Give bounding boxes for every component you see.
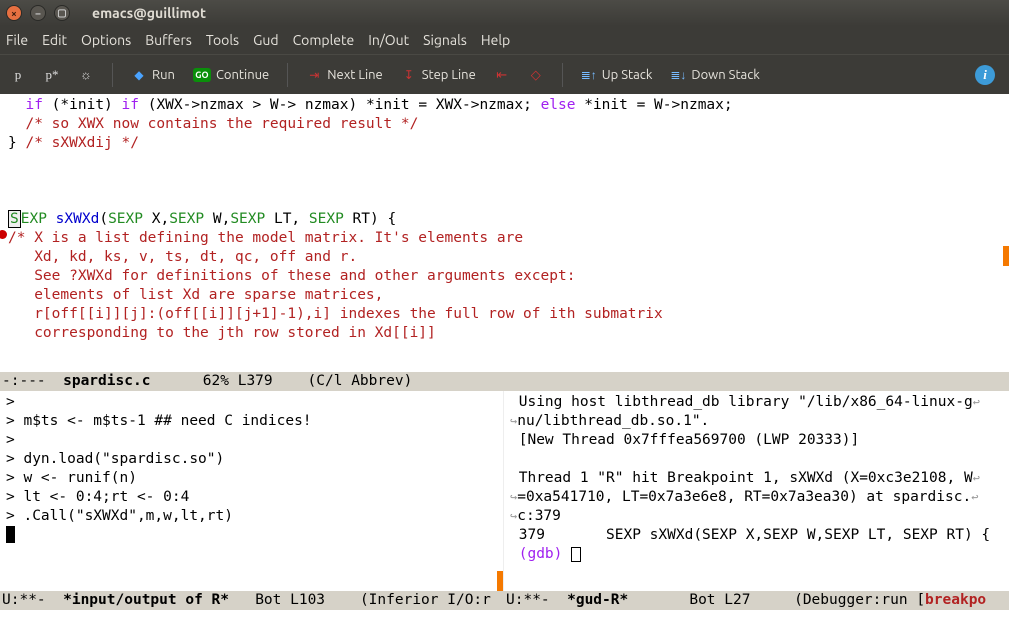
up-stack-icon: ≣↑ — [581, 67, 597, 83]
menu-file[interactable]: File — [6, 32, 28, 48]
up-stack-label: Up Stack — [602, 68, 653, 82]
modeline-source[interactable]: -:--- spardisc.c 62% L379 (C/l Abbrev) — [0, 372, 1009, 391]
menu-complete[interactable]: Complete — [293, 32, 355, 48]
menu-buffers[interactable]: Buffers — [145, 32, 192, 48]
gud-gdb-pane[interactable]: Using host libthread_db library "/lib/x8… — [504, 391, 1009, 591]
gdb-content[interactable]: Using host libthread_db library "/lib/x8… — [504, 391, 1009, 591]
close-window-button[interactable]: × — [6, 5, 22, 21]
minibuffer[interactable] — [0, 610, 1009, 621]
bp-icon[interactable]: p — [10, 67, 26, 83]
info-icon[interactable]: i — [975, 65, 995, 85]
maximize-window-button[interactable]: ▢ — [54, 5, 70, 21]
up-stack-button[interactable]: ≣↑ Up Stack — [581, 67, 653, 83]
bug-icon[interactable]: ☼ — [78, 67, 94, 83]
toolbar-separator — [562, 63, 563, 87]
menu-signals[interactable]: Signals — [423, 32, 467, 48]
modeline-r-io[interactable]: U:**- *input/output of R* Bot L103 (Infe… — [0, 591, 504, 610]
cursor-icon — [6, 526, 15, 543]
window-titlebar: × – ▢ emacs@guillimot — [0, 0, 1009, 26]
truncation-indicator — [1003, 246, 1009, 266]
down-stack-icon: ≣↓ — [670, 67, 686, 83]
watch-icon[interactable]: ◇ — [528, 67, 544, 83]
step-line-button[interactable]: ↧ Step Line — [401, 67, 476, 83]
next-line-label: Next Line — [327, 68, 382, 82]
run-label: Run — [152, 68, 175, 82]
next-line-button[interactable]: ⇥ Next Line — [306, 67, 382, 83]
bp-star-icon[interactable]: p* — [44, 67, 60, 83]
menu-bar: File Edit Options Buffers Tools Gud Comp… — [0, 26, 1009, 54]
next-line-icon: ⇥ — [306, 67, 322, 83]
toolbar-separator — [287, 63, 288, 87]
continue-label: Continue — [216, 68, 269, 82]
source-editor-pane[interactable]: if (*init) if (XWX->nzmax > W-> nzmax) *… — [0, 94, 1009, 372]
cursor-position: S — [8, 210, 21, 228]
minimize-window-button[interactable]: – — [30, 5, 46, 21]
finish-icon[interactable]: ⇤ — [494, 67, 510, 83]
menu-tools[interactable]: Tools — [206, 32, 239, 48]
menu-help[interactable]: Help — [481, 32, 510, 48]
r-io-pane[interactable]: > > m$ts <- m$ts-1 ## need C indices! > … — [0, 391, 504, 591]
r-io-content[interactable]: > > m$ts <- m$ts-1 ## need C indices! > … — [0, 391, 503, 591]
window-title: emacs@guillimot — [92, 5, 206, 21]
modeline-gud[interactable]: U:**- *gud-R* Bot L27 (Debugger:run [bre… — [504, 591, 1009, 610]
toolbar-separator — [112, 63, 113, 87]
lower-split: > > m$ts <- m$ts-1 ## need C indices! > … — [0, 391, 1009, 591]
truncation-indicator — [497, 571, 503, 591]
run-icon: ◆ — [131, 67, 147, 83]
menu-options[interactable]: Options — [81, 32, 131, 48]
continue-button[interactable]: GO Continue — [193, 68, 269, 82]
run-button[interactable]: ◆ Run — [131, 67, 175, 83]
menu-inout[interactable]: In/Out — [368, 32, 409, 48]
step-line-label: Step Line — [422, 68, 476, 82]
down-stack-button[interactable]: ≣↓ Down Stack — [670, 67, 759, 83]
gdb-cursor-icon — [571, 547, 581, 562]
gud-toolbar: p p* ☼ ◆ Run GO Continue ⇥ Next Line ↧ S… — [0, 54, 1009, 94]
go-icon: GO — [193, 68, 211, 82]
down-stack-label: Down Stack — [691, 68, 759, 82]
step-line-icon: ↧ — [401, 67, 417, 83]
bottom-modelines: U:**- *input/output of R* Bot L103 (Infe… — [0, 591, 1009, 610]
menu-gud[interactable]: Gud — [253, 32, 278, 48]
menu-edit[interactable]: Edit — [42, 32, 67, 48]
